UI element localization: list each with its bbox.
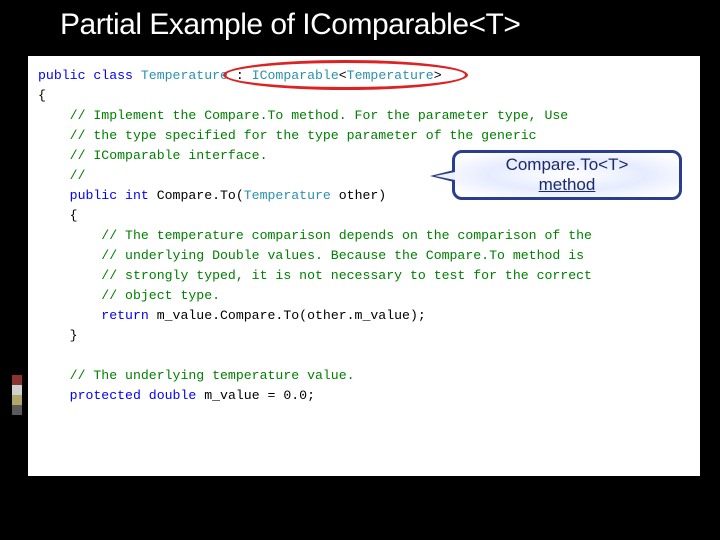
code-comment: // The temperature comparison depends on…: [38, 228, 592, 243]
callout-annotation: Compare.To<T> method: [452, 150, 682, 200]
sidebar-strip: [0, 0, 28, 540]
code-token: int: [117, 188, 149, 203]
code-comment: // Implement the Compare.To method. For …: [38, 108, 568, 123]
highlight-ellipse: [223, 60, 468, 90]
code-token: m_value.Compare.To(other.m_value);: [149, 308, 426, 323]
code-token: public: [38, 68, 85, 83]
code-comment: // underlying Double values. Because the…: [38, 248, 584, 263]
code-token: class: [85, 68, 132, 83]
accent-block: [12, 375, 22, 385]
accent-color-blocks: [12, 375, 22, 415]
code-token: return: [38, 308, 149, 323]
callout-box: Compare.To<T> method: [452, 150, 682, 200]
accent-block: [12, 385, 22, 395]
code-token: protected: [38, 388, 141, 403]
code-token: m_value = 0.0;: [196, 388, 315, 403]
slide-title: Partial Example of IComparable<T>: [0, 0, 720, 52]
code-token: {: [38, 88, 46, 103]
code-token: Temperature: [244, 188, 331, 203]
code-comment: // IComparable interface.: [38, 148, 268, 163]
code-token: }: [38, 328, 78, 343]
callout-text-line1: Compare.To<T>: [506, 155, 629, 175]
code-comment: // The underlying temperature value.: [38, 368, 355, 383]
code-comment: // the type specified for the type param…: [38, 128, 537, 143]
code-comment: //: [38, 168, 85, 183]
code-token: Compare.To(: [149, 188, 244, 203]
accent-block: [12, 405, 22, 415]
code-token: double: [141, 388, 196, 403]
code-comment: // object type.: [38, 288, 220, 303]
accent-block: [12, 395, 22, 405]
code-token: public: [38, 188, 117, 203]
callout-text-line2: method: [539, 175, 596, 195]
code-token: {: [38, 208, 78, 223]
code-token: other): [331, 188, 386, 203]
code-comment: // strongly typed, it is not necessary t…: [38, 268, 592, 283]
code-block: public class Temperature : IComparable<T…: [38, 66, 690, 406]
code-token: Temperature: [133, 68, 228, 83]
code-panel: public class Temperature : IComparable<T…: [28, 56, 700, 476]
bottom-bar: [0, 476, 720, 540]
callout-pointer-fill: [435, 172, 455, 180]
